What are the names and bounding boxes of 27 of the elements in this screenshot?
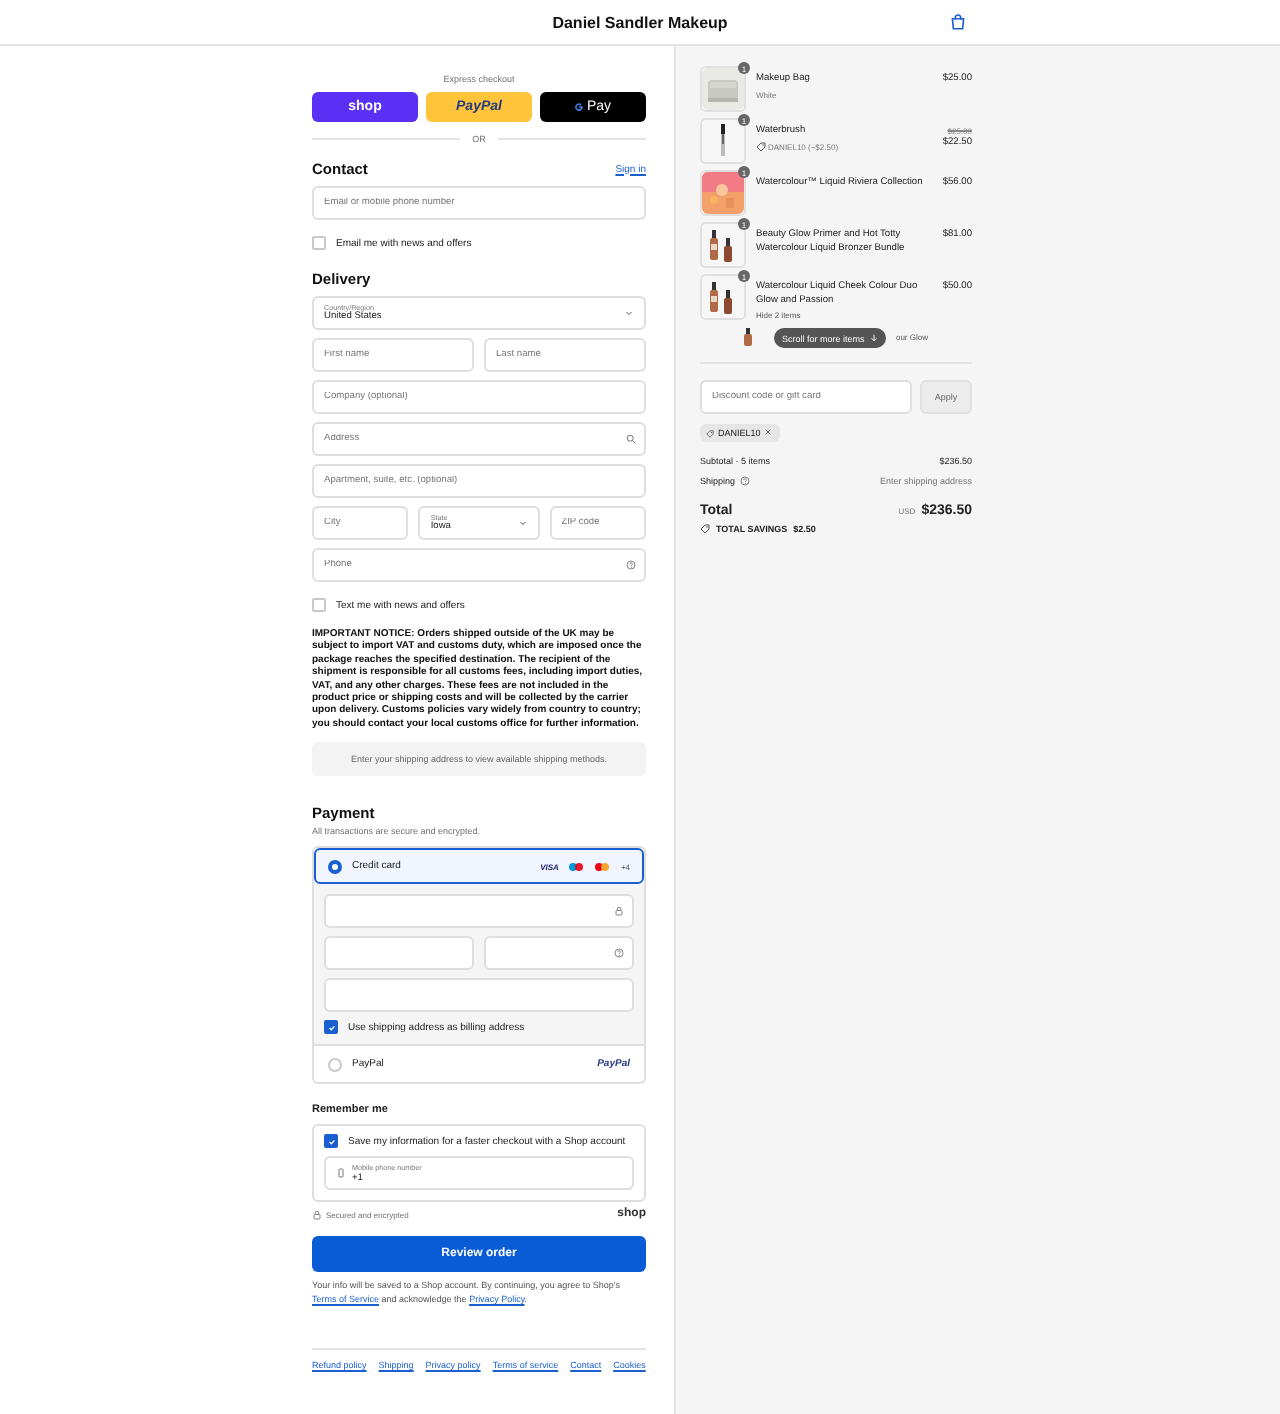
input-field[interactable] (324, 978, 634, 1013)
tag-icon (706, 429, 714, 437)
caret-icon (517, 518, 528, 528)
input-field[interactable] (324, 936, 474, 971)
help-icon (626, 560, 636, 570)
caret-icon (624, 308, 634, 318)
input-field[interactable] (324, 894, 634, 929)
google-icon (574, 102, 585, 112)
checkbox[interactable] (312, 598, 326, 612)
shopping-bag-icon[interactable] (950, 14, 966, 30)
help-icon (739, 476, 750, 486)
store-title: Daniel Sandler Makeup (552, 13, 728, 31)
lock-icon (312, 1209, 322, 1220)
checkbox[interactable] (324, 1020, 338, 1035)
search-icon (626, 434, 636, 444)
input-field[interactable] (484, 936, 634, 971)
radio-button[interactable] (328, 1057, 342, 1072)
help-icon (614, 948, 624, 959)
arrow-down-icon (870, 334, 879, 342)
phone-icon (336, 1168, 346, 1179)
remove-button[interactable] (764, 428, 775, 438)
checkbox[interactable] (312, 236, 326, 250)
tag-icon (700, 524, 710, 534)
tag-icon (756, 142, 766, 152)
radio-button[interactable] (328, 859, 342, 874)
checkbox[interactable] (324, 1134, 338, 1149)
lock-icon (614, 906, 624, 917)
